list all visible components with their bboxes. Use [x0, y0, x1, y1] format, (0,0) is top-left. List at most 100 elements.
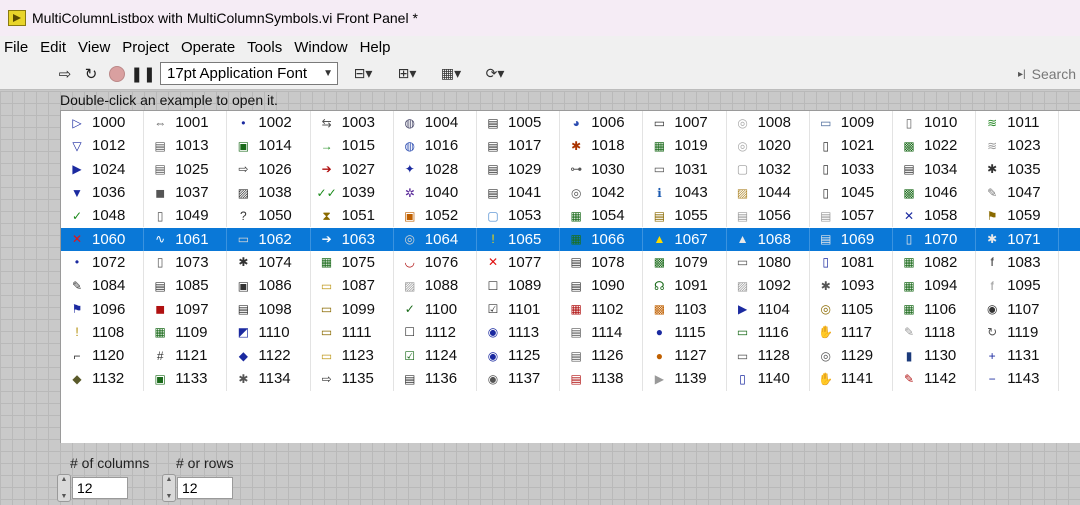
listbox-cell[interactable]: ● 1115	[643, 320, 727, 344]
listbox-cell[interactable]: ▭ 1009	[810, 111, 893, 135]
listbox-row[interactable]: ! 1108 ▦ 1109 ◩ 1110 ▭ 1111 ☐ 1112 ◉ 1113 ▤ 1114 ● 1115…	[61, 320, 1080, 344]
pause-icon[interactable]: ❚❚	[130, 62, 156, 86]
listbox-cell[interactable]: ▯ 1010	[893, 111, 977, 135]
listbox-cell[interactable]: ▦ 1019	[643, 134, 727, 158]
listbox-cell[interactable]: ✱ 1093	[810, 274, 893, 298]
listbox-row[interactable]: ✓ 1048 ▯ 1049? 1050 ⧗ 1051 ▣ 1052 ▢ 1053 ▦ 1054 ▤ 1055…	[61, 204, 1080, 228]
listbox-cell[interactable]: ▯ 1140	[727, 367, 810, 391]
listbox-row[interactable]: ⚑ 1096 ◼ 1097 ▤ 1098 ▭ 1099 ✓ 1100 ☑ 1101 ▦ 1102 ▩ 1103…	[61, 297, 1080, 321]
listbox-cell[interactable]: ✎ 1084	[61, 274, 145, 298]
listbox-cell[interactable]: ▯ 1081	[810, 250, 893, 275]
listbox-cell[interactable]: ◍ 1016	[394, 134, 477, 158]
listbox-cell[interactable]: ▩ 1046	[893, 180, 977, 205]
listbox-cell[interactable]: ◎ 1008	[727, 111, 810, 135]
listbox-cell[interactable]: ✲ 1040	[394, 180, 477, 205]
listbox-cell[interactable]: ▦ 1075	[311, 250, 394, 275]
listbox-cell[interactable]: ▯ 1033	[810, 157, 893, 181]
listbox-row[interactable]: ◆ 1132 ▣ 1133 ✱ 1134 ⇨ 1135 ▤ 1136 ◉ 1137 ▤ 1138 ▶ 1139…	[61, 367, 1080, 391]
reorder-icon[interactable]: ⟳▾	[476, 62, 514, 86]
listbox-cell[interactable]: ✎ 1047	[976, 180, 1060, 205]
listbox-cell[interactable]: ▤ 1090	[560, 274, 644, 298]
distribute-objects-icon[interactable]: ⊞▾	[388, 62, 426, 86]
listbox-cell[interactable]: ▦ 1082	[893, 250, 977, 275]
listbox-cell[interactable]: ✕ 1060	[61, 227, 145, 251]
listbox-cell[interactable]: ▶ 1024	[61, 157, 145, 181]
listbox-cell[interactable]: ▨ 1038	[227, 180, 311, 205]
listbox-cell[interactable]: ◩ 1110	[227, 320, 311, 344]
listbox-cell[interactable]: ▮ 1130	[893, 344, 977, 368]
listbox-cell[interactable]: • 1072	[61, 250, 145, 275]
listbox-cell[interactable]: ▦ 1054	[560, 204, 644, 228]
listbox-row[interactable]: ▷ 1000 ⇔ 1001 • 1002 ⇆ 1003 ◍ 1004 ▤ 1005 ◕ 1006 ▭ 1007…	[61, 111, 1080, 135]
listbox-cell[interactable]: ▦ 1094	[893, 274, 977, 298]
listbox-cell[interactable]: ✱ 1074	[227, 250, 311, 275]
listbox-row[interactable]: ⌐ 1120 #1121 ◆ 1122 ▭ 1123 ☑ 1124 ◉ 1125 ▤ 1126 ● 1127…	[61, 344, 1080, 368]
columns-input[interactable]: 12	[72, 477, 128, 499]
listbox-cell[interactable]: ▢ 1053	[477, 204, 561, 228]
listbox-cell[interactable]: ▭ 1123	[311, 344, 394, 368]
listbox-cell[interactable]: ▤ 1136	[394, 367, 477, 391]
listbox-cell[interactable]: ? 1050	[227, 204, 311, 228]
listbox-cell[interactable]: ✕ 1077	[477, 250, 561, 275]
listbox-cell[interactable]: ✱ 1018	[560, 134, 644, 158]
listbox-cell[interactable]: ▯ 1070	[893, 227, 977, 251]
listbox-cell[interactable]: ✱ 1035	[976, 157, 1060, 181]
menu-file[interactable]: File	[0, 39, 36, 56]
listbox-cell[interactable]: ▼ 1036	[61, 180, 145, 205]
listbox-cell[interactable]: ▯ 1073	[144, 250, 228, 275]
listbox-cell[interactable]: ✓ 1048	[61, 204, 145, 228]
listbox-cell[interactable]: ↻ 1119	[976, 320, 1060, 344]
listbox-cell[interactable]: ▯ 1049	[144, 204, 228, 228]
listbox-cell[interactable]: ≋ 1023	[976, 134, 1060, 158]
listbox-cell[interactable]: ▯ 1021	[810, 134, 893, 158]
listbox-cell[interactable]: ▢ 1032	[727, 157, 810, 181]
run-icon[interactable]: ⇨	[52, 62, 78, 86]
listbox-cell[interactable]: ▣ 1052	[394, 204, 477, 228]
listbox-cell[interactable]: • 1002	[227, 111, 311, 135]
listbox-cell[interactable]: ⇨ 1026	[227, 157, 311, 181]
menu-edit[interactable]: Edit	[36, 39, 74, 56]
listbox-cell[interactable]: ▦ 1109	[144, 320, 228, 344]
resize-objects-icon[interactable]: ▦▾	[432, 62, 470, 86]
listbox-cell[interactable]: ▤ 1017	[477, 134, 561, 158]
listbox-cell[interactable]: ◕ 1006	[560, 111, 644, 135]
listbox-cell[interactable]: ▭ 1087	[311, 274, 394, 298]
listbox-cell[interactable]: ◉ 1137	[477, 367, 561, 391]
listbox-cell[interactable]: ⚑ 1059	[976, 204, 1060, 228]
listbox-cell[interactable]: ▭ 1099	[311, 297, 394, 321]
listbox-cell[interactable]: ▨ 1088	[394, 274, 477, 298]
listbox-cell[interactable]: ▤ 1013	[144, 134, 228, 158]
listbox-cell[interactable]: ● 1127	[643, 344, 727, 368]
listbox-cell[interactable]: ▦ 1102	[560, 297, 644, 321]
run-continuously-icon[interactable]: ↻	[78, 62, 104, 86]
listbox-cell[interactable]: ▤ 1025	[144, 157, 228, 181]
listbox-cell[interactable]: ▤ 1055	[643, 204, 727, 228]
listbox-cell[interactable]: ! 1108	[61, 320, 145, 344]
menu-project[interactable]: Project	[118, 39, 177, 56]
menu-view[interactable]: View	[74, 39, 118, 56]
listbox-cell[interactable]: +1131	[976, 344, 1060, 368]
listbox-cell[interactable]: ▤ 1056	[727, 204, 810, 228]
rows-input[interactable]: 12	[177, 477, 233, 499]
listbox-cell[interactable]: ▦ 1066	[560, 227, 644, 251]
listbox-cell[interactable]: ▲ 1068	[727, 227, 810, 251]
listbox-cell[interactable]: ✓ 1100	[394, 297, 477, 321]
listbox-cell[interactable]: ☊ 1091	[643, 274, 727, 298]
listbox-cell[interactable]: ☐ 1112	[394, 320, 477, 344]
columns-stepper[interactable]: ▲ ▼	[57, 474, 71, 502]
listbox-cell[interactable]: ▤ 1138	[560, 367, 644, 391]
listbox-cell[interactable]: ✋ 1117	[810, 320, 893, 344]
listbox-cell[interactable]: ▶ 1139	[643, 367, 727, 391]
decrement-icon[interactable]: ▼	[166, 493, 173, 500]
listbox-cell[interactable]: ▣ 1014	[227, 134, 311, 158]
listbox-cell[interactable]: ☐ 1089	[477, 274, 561, 298]
listbox-cell[interactable]: ◎ 1042	[560, 180, 644, 205]
listbox-cell[interactable]: ◼ 1097	[144, 297, 228, 321]
increment-icon[interactable]: ▲	[166, 476, 173, 483]
listbox-cell[interactable]: ▭ 1128	[727, 344, 810, 368]
listbox-cell[interactable]: ◆ 1132	[61, 367, 145, 391]
listbox-row[interactable]: ✎ 1084 ▤ 1085 ▣ 1086 ▭ 1087 ▨ 1088 ☐ 1089 ▤ 1090 ☊ 1091…	[61, 274, 1080, 298]
listbox-cell[interactable]: ◆ 1122	[227, 344, 311, 368]
listbox-cell[interactable]: ◉ 1113	[477, 320, 561, 344]
listbox-cell[interactable]: ◎ 1105	[810, 297, 893, 321]
